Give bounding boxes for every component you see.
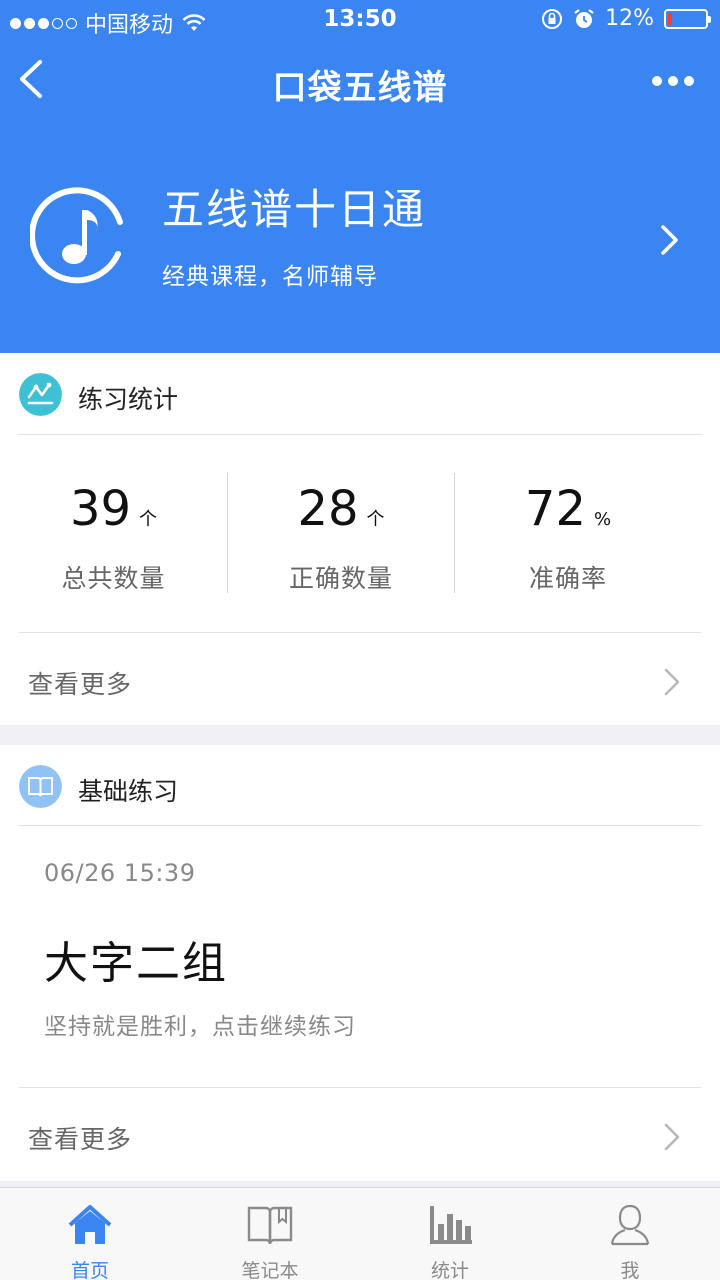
tab-label: 我 xyxy=(620,1260,640,1280)
music-note-icon xyxy=(30,187,123,284)
header-area: 中国移动 13:50 12% 口袋五线谱 五线谱十日通 经典课程，名师辅导 xyxy=(0,0,720,353)
navigation-bar: 口袋五线谱 xyxy=(0,40,720,124)
view-more-label: 查看更多 xyxy=(28,1125,133,1154)
stats-row: 39 个 总共数量 28 个 正确数量 72% 准确率 xyxy=(0,473,720,593)
view-more-stats-button[interactable]: 查看更多 xyxy=(0,633,720,725)
tab-label: 统计 xyxy=(430,1260,469,1280)
stat-label: 正确数量 xyxy=(288,564,393,593)
course-subtitle: 经典课程，名师辅导 xyxy=(162,264,378,290)
tab-label: 首页 xyxy=(70,1260,109,1280)
tab-stats[interactable]: 统计 xyxy=(360,1188,540,1280)
home-icon xyxy=(68,1205,112,1244)
card-title: 基础练习 xyxy=(78,777,179,806)
bar-chart-icon xyxy=(430,1206,472,1244)
stat-total: 39 个 总共数量 xyxy=(0,473,227,593)
basic-practice-card: 基础练习 06/26 15:39 大字二组 坚持就是胜利，点击继续练习 查看更多 xyxy=(0,745,720,1181)
view-more-practice-button[interactable]: 查看更多 xyxy=(0,1088,720,1180)
stat-value: 39 xyxy=(69,481,132,537)
practice-description: 坚持就是胜利，点击继续练习 xyxy=(44,1014,356,1040)
practice-title: 大字二组 xyxy=(44,938,228,989)
rotation-lock-icon xyxy=(542,8,563,29)
chevron-right-icon xyxy=(661,225,678,255)
stats-chart-icon xyxy=(19,373,62,416)
more-options-button[interactable] xyxy=(652,76,694,86)
stat-unit: 个 xyxy=(366,509,385,530)
bottom-tab-bar: 首页 笔记本 统计 我 xyxy=(0,1187,720,1280)
chevron-right-icon xyxy=(664,668,680,696)
stat-accuracy: 72% 准确率 xyxy=(454,473,681,593)
page-title: 口袋五线谱 xyxy=(272,68,448,108)
book-icon xyxy=(19,765,62,808)
stat-label: 总共数量 xyxy=(61,564,166,593)
practice-date: 06/26 15:39 xyxy=(44,859,196,887)
tab-notebook[interactable]: 笔记本 xyxy=(180,1188,360,1280)
chevron-right-icon xyxy=(664,1123,680,1151)
stat-label: 准确率 xyxy=(528,564,607,593)
notebook-icon xyxy=(247,1206,293,1245)
stat-unit: % xyxy=(593,509,612,530)
view-more-label: 查看更多 xyxy=(28,670,133,699)
tab-home[interactable]: 首页 xyxy=(0,1188,180,1280)
stat-value: 72 xyxy=(524,481,586,537)
battery-icon xyxy=(664,8,711,29)
stat-value: 28 xyxy=(297,481,359,537)
stat-unit: 个 xyxy=(139,509,158,530)
user-icon xyxy=(610,1204,650,1246)
tab-label: 笔记本 xyxy=(241,1260,299,1280)
course-title: 五线谱十日通 xyxy=(162,185,427,234)
card-header: 基础练习 xyxy=(0,745,720,827)
card-header: 练习统计 xyxy=(0,353,720,435)
tab-me[interactable]: 我 xyxy=(540,1188,720,1280)
card-title: 练习统计 xyxy=(78,385,179,414)
alarm-icon xyxy=(574,8,594,28)
practice-stats-card: 练习统计 39 个 总共数量 28 个 正确数量 72% 准确率 查看更多 xyxy=(0,353,720,725)
course-banner[interactable]: 五线谱十日通 经典课程，名师辅导 xyxy=(0,140,720,340)
battery-percent: 12% xyxy=(605,6,654,31)
stat-correct: 28 个 正确数量 xyxy=(227,473,454,593)
continue-practice-item[interactable]: 06/26 15:39 大字二组 坚持就是胜利，点击继续练习 xyxy=(0,827,720,1087)
status-bar: 中国移动 13:50 12% xyxy=(0,0,720,40)
